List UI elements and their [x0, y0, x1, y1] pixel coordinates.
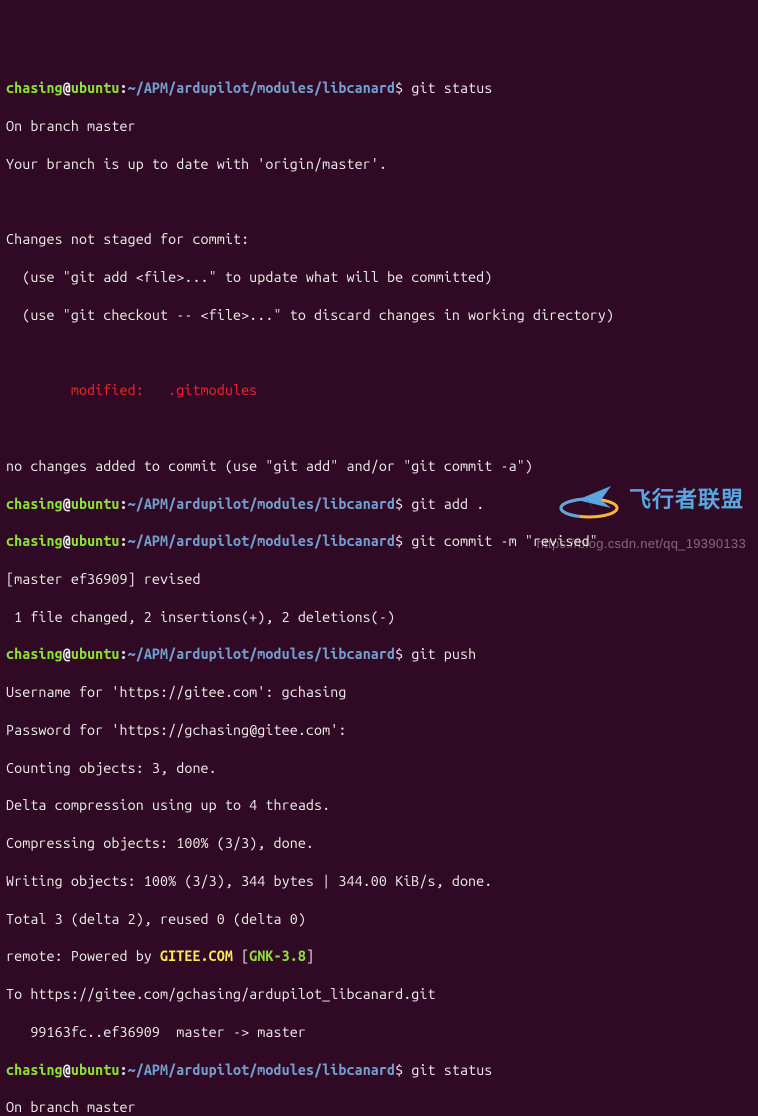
out-on-branch-2: On branch master — [6, 1098, 752, 1116]
out-push-ref: 99163fc..ef36909 master -> master — [6, 1023, 752, 1042]
prompt-user: chasing — [6, 80, 63, 96]
cmd-git-push[interactable]: git push — [411, 646, 476, 662]
out-hint-add: (use "git add <file>..." to update what … — [6, 268, 752, 287]
blank-line — [6, 419, 752, 438]
out-on-branch: On branch master — [6, 117, 752, 136]
cmd-git-status-2[interactable]: git status — [411, 1062, 492, 1078]
out-commit-result: [master ef36909] revised — [6, 570, 752, 589]
out-push-count: Counting objects: 3, done. — [6, 759, 752, 778]
prompt-host: ubuntu — [71, 80, 120, 96]
blank-line — [6, 344, 752, 363]
prompt-line: chasing@ubuntu:~/APM/ardupilot/modules/l… — [6, 1061, 752, 1080]
out-not-staged: Changes not staged for commit: — [6, 230, 752, 249]
out-no-changes: no changes added to commit (use "git add… — [6, 457, 752, 476]
out-modified: modified: .gitmodules — [6, 381, 752, 400]
watermark-badge: 飞行者联盟 — [559, 478, 744, 522]
blank-line — [6, 193, 752, 212]
prompt-line: chasing@ubuntu:~/APM/ardupilot/modules/l… — [6, 645, 752, 664]
out-push-to: To https://gitee.com/gchasing/ardupilot_… — [6, 985, 752, 1004]
cmd-git-add[interactable]: git add . — [411, 496, 484, 512]
out-push-compress: Compressing objects: 100% (3/3), done. — [6, 834, 752, 853]
out-remote: remote: Powered by GITEE.COM [GNK-3.8] — [6, 947, 752, 966]
watermark-url: https://blog.csdn.net/qq_19390133 — [537, 535, 746, 552]
out-push-total: Total 3 (delta 2), reused 0 (delta 0) — [6, 910, 752, 929]
gnk-label: GNK-3.8 — [249, 948, 306, 964]
cmd-git-status[interactable]: git status — [411, 80, 492, 96]
gitee-label: GITEE.COM — [160, 948, 233, 964]
out-push-delta: Delta compression using up to 4 threads. — [6, 796, 752, 815]
out-hint-checkout: (use "git checkout -- <file>..." to disc… — [6, 306, 752, 325]
out-up-to-date: Your branch is up to date with 'origin/m… — [6, 155, 752, 174]
prompt-line: chasing@ubuntu:~/APM/ardupilot/modules/l… — [6, 79, 752, 98]
out-push-pass: Password for 'https://gchasing@gitee.com… — [6, 721, 752, 740]
out-commit-stats: 1 file changed, 2 insertions(+), 2 delet… — [6, 608, 752, 627]
out-push-write: Writing objects: 100% (3/3), 344 bytes |… — [6, 872, 752, 891]
prompt-path: ~/APM/ardupilot/modules/libcanard — [128, 80, 396, 96]
badge-text: 飞行者联盟 — [629, 485, 744, 514]
out-push-user: Username for 'https://gitee.com': gchasi… — [6, 683, 752, 702]
airplane-icon — [559, 478, 621, 522]
